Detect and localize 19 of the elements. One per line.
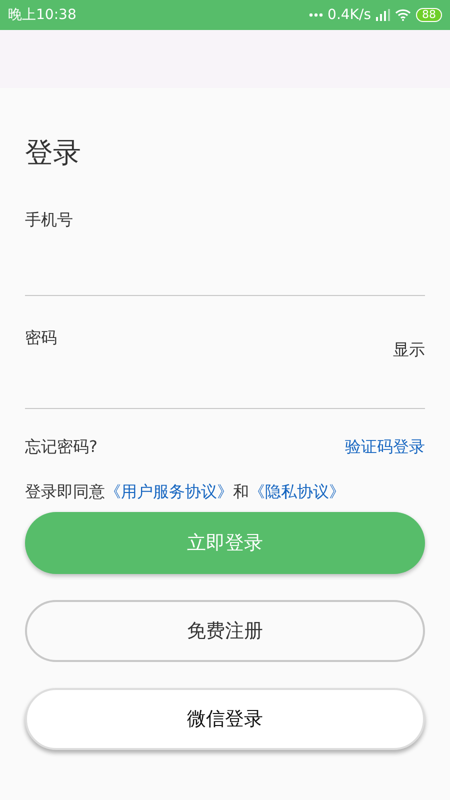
code-login-link[interactable]: 验证码登录 — [345, 437, 425, 458]
network-speed: 0.4K/s — [328, 7, 371, 23]
wifi-icon — [395, 9, 411, 21]
agreement-text: 登录即同意《用户服务协议》和《隐私协议》 — [25, 482, 346, 502]
forgot-password-link[interactable]: 忘记密码? — [25, 437, 98, 458]
show-password-link[interactable]: 显示 — [393, 340, 425, 361]
field-label: 手机号 — [25, 210, 73, 231]
privacy-link[interactable]: 《隐私协议》 — [249, 482, 345, 501]
page-title: 登录 — [25, 136, 82, 170]
field-label: 密码 — [25, 328, 57, 349]
signal-icon — [376, 9, 390, 21]
input-field[interactable]: 手机号 — [25, 210, 425, 296]
dots-icon — [308, 13, 323, 17]
battery-indicator: 88 — [416, 8, 442, 22]
register-button[interactable]: 免费注册 — [25, 600, 425, 662]
wechat-login-button[interactable]: 微信登录 — [25, 688, 425, 750]
input-field[interactable]: 密码 显示 — [25, 296, 425, 409]
terms-link[interactable]: 《用户服务协议》 — [105, 482, 233, 501]
clock: 晚上10:38 — [8, 6, 76, 24]
